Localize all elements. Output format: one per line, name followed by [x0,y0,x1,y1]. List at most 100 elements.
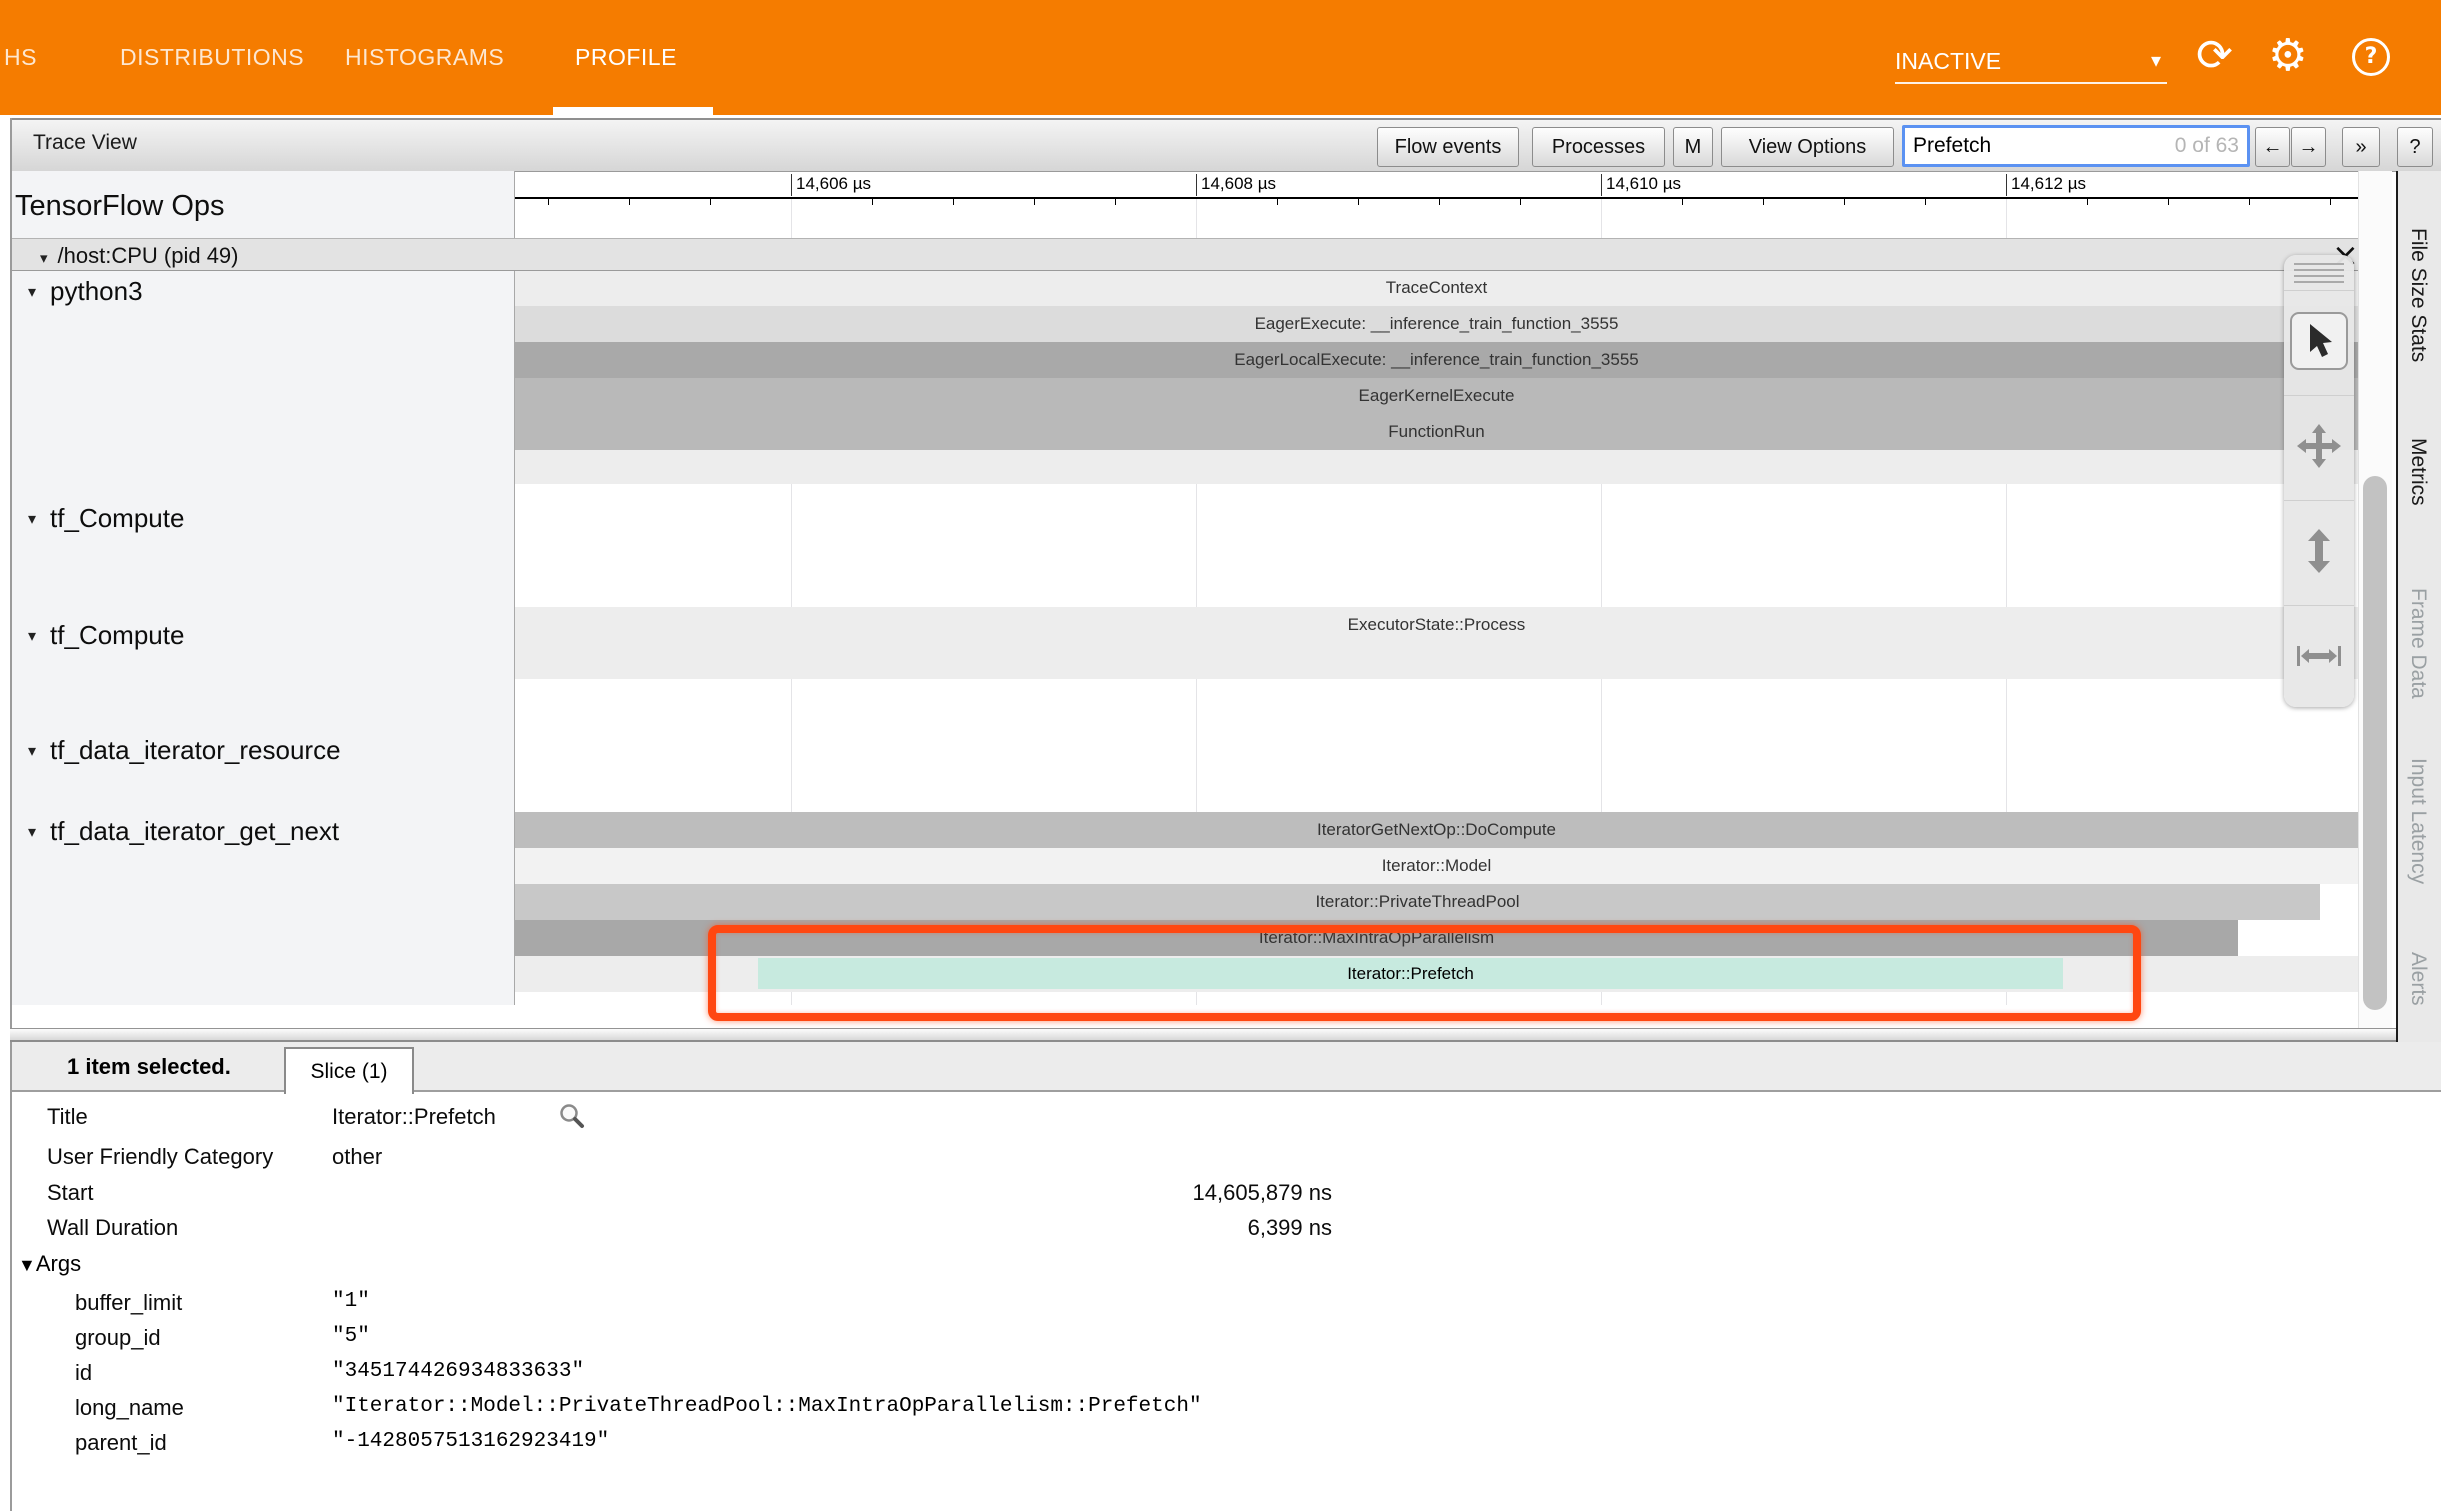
track-label-tf_Compute[interactable]: ▾ tf_Compute [28,620,184,651]
track-label-tf_data_iterator_resource[interactable]: ▾ tf_data_iterator_resource [28,735,341,766]
collapse-triangle-icon[interactable]: ▾ [28,282,36,302]
more-button[interactable]: » [2342,127,2380,167]
arg-key: id [75,1360,92,1386]
arg-key: group_id [75,1325,161,1351]
tab-profile[interactable]: PROFILE [575,0,677,115]
track-label-python3[interactable]: ▾ python3 [28,276,143,307]
tab-slice[interactable]: Slice (1) [284,1047,414,1094]
detail-row-label: User Friendly Category [47,1144,273,1170]
ruler-tick-label: 14,612 µs [2006,174,2086,196]
ruler-tick [1277,199,1278,205]
process-header-bar[interactable]: ▾/host:CPU (pid 49) × [12,238,2358,271]
ruler-tick [629,199,630,205]
timeline-tool-panel [2284,255,2354,707]
arg-value: "5" [332,1325,370,1348]
panel-divider[interactable] [10,1028,2441,1042]
refresh-icon[interactable]: ⟳ [2196,30,2233,82]
active-tab-underline [553,107,713,115]
collapse-triangle-icon[interactable]: ▾ [40,250,48,267]
processes-button[interactable]: Processes [1532,127,1665,167]
trace-event-bar[interactable]: TraceContext [515,270,2358,306]
details-header: 1 item selected. Slice (1) [12,1042,2441,1092]
trace-event-bar[interactable] [515,450,2358,484]
detail-row-value: 6,399 ns [332,1215,1332,1241]
chevron-down-icon: ▾ [2151,48,2161,73]
args-section-header[interactable]: ▼Args [18,1251,81,1277]
trace-event-bar[interactable]: Iterator::PrivateThreadPool [515,884,2320,920]
search-match-count: 0 of 63 [2175,134,2239,158]
side-tab-input-latency[interactable]: Input Latency [2406,758,2430,884]
ruler-tick [2330,199,2331,205]
trace-event-bar[interactable]: EagerLocalExecute: __inference_train_fun… [515,342,2358,378]
ruler-tick [1682,199,1683,205]
ruler-tick [1925,199,1926,205]
ruler-tick [2249,199,2250,205]
flow-events-button[interactable]: Flow events [1377,127,1519,167]
track-name: tf_data_iterator_resource [50,735,341,766]
timing-icon [2297,634,2341,678]
select-tool-button[interactable] [2284,290,2354,391]
track-label-tf_data_iterator_get_next[interactable]: ▾ tf_data_iterator_get_next [28,816,339,847]
magnifier-icon[interactable] [558,1102,586,1135]
find-previous-button[interactable]: ← [2255,127,2290,167]
trace-event-bar[interactable]: Iterator::Model [515,848,2358,884]
shortcuts-help-button[interactable]: ? [2397,127,2433,167]
side-tab-metrics[interactable]: Metrics [2406,438,2430,506]
process-name: /host:CPU (pid 49) [58,243,239,268]
detail-row-label: Start [47,1180,93,1206]
ruler-tick [953,199,954,205]
collapse-triangle-icon[interactable]: ▾ [28,822,36,842]
zoom-tool-button[interactable] [2284,500,2354,601]
track-name: python3 [50,276,143,307]
selected-tool-frame [2290,312,2348,370]
vertical-scrollbar[interactable] [2358,171,2392,1028]
track-label-tf_Compute[interactable]: ▾tf_Compute [28,503,184,534]
run-selector-dropdown[interactable]: INACTIVE ▾ [1895,40,2167,84]
side-tab-alerts[interactable]: Alerts [2406,952,2430,1006]
track-name: tf_Compute [50,620,184,651]
trace-event-bar[interactable]: Iterator::Prefetch [758,958,2063,989]
gear-icon[interactable]: ⚙ [2268,30,2307,82]
tab-distributions[interactable]: DISTRIBUTIONS [120,0,304,115]
trace-event-bar[interactable]: FunctionRun [515,414,2358,450]
trace-event-bar[interactable] [515,643,2358,679]
detail-row-value: 14,605,879 ns [332,1180,1332,1206]
arg-value: "-1428057513162923419" [332,1430,609,1453]
side-tab-file-size-stats[interactable]: File Size Stats [2406,228,2430,362]
help-icon[interactable]: ? [2352,38,2390,76]
m-button[interactable]: M [1673,127,1713,167]
args-collapse-triangle-icon[interactable]: ▼ [18,1255,36,1275]
trace-event-bar[interactable]: EagerKernelExecute [515,378,2358,414]
collapse-triangle-icon[interactable]: ▾ [28,626,36,646]
tab-hs[interactable]: HS [4,0,37,115]
find-next-button[interactable]: → [2291,127,2326,167]
detail-row-label: Wall Duration [47,1215,178,1241]
pan-icon [2297,424,2341,468]
detail-row-label: Title [47,1104,88,1130]
detail-row-value: Iterator::Prefetch [332,1104,496,1130]
side-tab-frame-data[interactable]: Frame Data [2406,588,2430,699]
arg-value: "Iterator::Model::PrivateThreadPool::Max… [332,1395,1202,1418]
trace-event-bar[interactable]: Iterator::MaxIntraOpParallelism [515,920,2238,956]
collapse-triangle-icon[interactable]: ▾ [28,741,36,761]
trace-event-bar[interactable]: EagerExecute: __inference_train_function… [515,306,2358,342]
ruler-tick [1034,199,1035,205]
trace-event-bar[interactable]: IteratorGetNextOp::DoCompute [515,812,2358,848]
args-label: Args [36,1251,81,1276]
section-title: TensorFlow Ops [15,190,225,223]
scrollbar-thumb[interactable] [2363,476,2387,1010]
timing-tool-button[interactable] [2284,605,2354,706]
ruler-tick [1520,199,1521,205]
pan-tool-button[interactable] [2284,395,2354,496]
collapse-triangle-icon[interactable]: ▾ [28,509,36,529]
track-name: tf_data_iterator_get_next [50,816,339,847]
tab-histograms[interactable]: HISTOGRAMS [345,0,504,115]
drag-handle-icon[interactable] [2294,263,2344,285]
view-options-button[interactable]: View Options [1721,127,1894,167]
trace-event-bar[interactable]: ExecutorState::Process [515,607,2358,643]
ruler-tick [872,199,873,205]
top-app-bar: HS DISTRIBUTIONS HISTOGRAMS PROFILE INACTIV… [0,0,2441,115]
zoom-vertical-icon [2297,529,2341,573]
arg-key: buffer_limit [75,1290,182,1316]
selection-status: 1 item selected. [67,1054,231,1080]
